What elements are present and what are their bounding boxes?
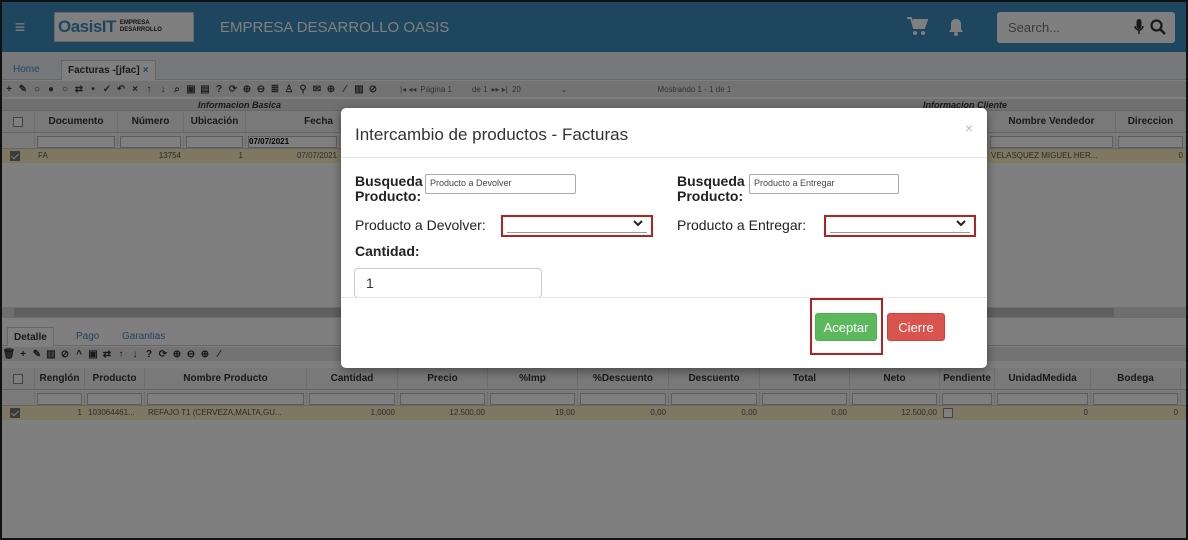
exchange-products-dialog: Intercambio de productos - Facturas × Bu… xyxy=(341,108,987,368)
search-entregar-input[interactable]: Producto a Entregar xyxy=(749,174,899,194)
modal-header: Intercambio de productos - Facturas × xyxy=(341,108,987,158)
close-icon[interactable]: × xyxy=(965,120,973,136)
busqueda-label-right: Busqueda Producto: xyxy=(677,173,745,204)
modal-footer xyxy=(341,297,987,298)
entregar-label: Producto a Entregar: xyxy=(677,217,807,233)
devolver-select-field xyxy=(507,219,647,233)
chevron-down-icon xyxy=(956,220,966,227)
modal-title: Intercambio de productos - Facturas xyxy=(355,125,629,144)
cantidad-label: Cantidad: xyxy=(355,243,420,259)
cantidad-input[interactable]: 1 xyxy=(354,268,542,298)
devolver-select[interactable] xyxy=(501,215,653,237)
search-devolver-input[interactable]: Producto a Devolver xyxy=(425,174,576,194)
entregar-select[interactable] xyxy=(824,215,976,237)
devolver-label: Producto a Devolver: xyxy=(355,217,486,233)
accept-button[interactable]: Aceptar xyxy=(815,313,877,341)
chevron-down-icon xyxy=(633,220,643,227)
close-button[interactable]: Cierre xyxy=(887,313,945,341)
entregar-select-field xyxy=(830,219,970,233)
busqueda-label-left: Busqueda Producto: xyxy=(355,173,423,204)
